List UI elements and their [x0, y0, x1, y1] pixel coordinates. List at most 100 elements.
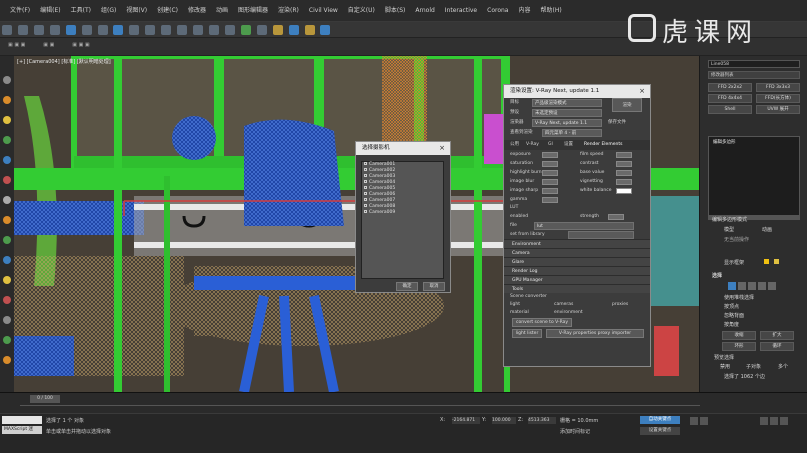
stack-item[interactable]: 编辑多边形 — [709, 137, 799, 147]
curve-editor-icon[interactable] — [256, 25, 267, 35]
film-speed-field[interactable] — [616, 152, 632, 158]
next-frame-icon[interactable] — [700, 417, 708, 425]
play-icon[interactable] — [690, 417, 698, 425]
exposure-field[interactable] — [542, 152, 558, 158]
rollout-camera[interactable]: Camera — [504, 248, 650, 257]
preview-subobj-radio[interactable]: 子对象 — [746, 363, 761, 370]
cameras-checkbox[interactable]: cameras — [554, 301, 573, 309]
lut-library-dropdown[interactable] — [568, 231, 634, 239]
ribbon-tab-freeform[interactable]: ▣ ▣ — [43, 42, 54, 48]
checkbox[interactable] — [364, 186, 367, 189]
tab-vray[interactable]: V-Ray — [526, 140, 539, 150]
menu-item[interactable]: 动画 — [216, 0, 228, 22]
material-checkbox[interactable]: material — [510, 309, 529, 317]
menu-item[interactable]: 自定义(U) — [348, 0, 375, 22]
tool-dot-icon[interactable] — [3, 76, 11, 84]
ok-button[interactable]: 确定 — [396, 282, 418, 291]
add-time-tag[interactable]: 添加时间标记 — [560, 428, 590, 435]
polygon-icon[interactable] — [758, 282, 766, 290]
mirror-icon[interactable] — [208, 25, 219, 35]
rollout-gpu-manager[interactable]: GPU Manager — [504, 275, 650, 284]
ffd-2-button[interactable]: FFD 2x2x2 — [708, 83, 752, 92]
use-stack-checkbox[interactable]: 使用堆栈选择 — [724, 294, 754, 301]
checkbox[interactable] — [364, 192, 367, 195]
render-icon[interactable] — [320, 25, 331, 35]
zoom-icon[interactable] — [760, 417, 768, 425]
lut-file-button[interactable]: lut — [534, 222, 634, 230]
edge-icon[interactable] — [738, 282, 746, 290]
shrink-button[interactable]: 收缩 — [722, 331, 756, 340]
checkbox[interactable] — [364, 168, 367, 171]
vignetting-field[interactable] — [616, 179, 632, 185]
proxy-importer-button[interactable]: V-Ray properties proxy importer — [546, 329, 644, 338]
checkbox[interactable] — [364, 180, 367, 183]
angle-snap-icon[interactable] — [177, 25, 188, 35]
menu-item[interactable]: 渲染(R) — [278, 0, 299, 22]
menu-item[interactable]: Arnold — [415, 0, 434, 22]
saturation-field[interactable] — [542, 161, 558, 167]
ignore-backface-checkbox[interactable]: 忽略背面 — [724, 312, 744, 319]
z-coord-field[interactable]: 4513.363 — [528, 417, 556, 424]
scale-icon[interactable] — [145, 25, 156, 35]
time-slider[interactable]: 0 / 100 — [30, 395, 60, 403]
tab-settings[interactable]: 设置 — [564, 140, 573, 150]
rollout-tools[interactable]: Tools — [504, 284, 650, 293]
renderer-dropdown[interactable]: V-Ray Next, update 1.1 — [532, 119, 602, 127]
tool-dot-icon[interactable] — [3, 96, 11, 104]
menu-item[interactable]: 图形编辑器 — [238, 0, 268, 22]
lut-enabled-checkbox[interactable]: enabled — [510, 212, 528, 221]
ribbon-tab-selection[interactable]: ▣ ▣ ▣ — [72, 42, 89, 48]
gamma-field[interactable] — [542, 197, 558, 203]
vertex-icon[interactable] — [728, 282, 736, 290]
auto-key-button[interactable]: 自动关键点 — [640, 416, 680, 424]
ffd-box-button[interactable]: FFD(长方体) — [756, 94, 800, 103]
image-blur-field[interactable] — [542, 179, 558, 185]
loop-button[interactable]: 循环 — [760, 342, 794, 351]
target-dropdown[interactable]: 产品级渲染模式 — [532, 99, 602, 107]
tool-dot-icon[interactable] — [3, 216, 11, 224]
mode-anim-radio[interactable]: 动画 — [762, 226, 772, 233]
redo-icon[interactable] — [17, 25, 28, 35]
checkbox[interactable] — [364, 210, 367, 213]
checkbox[interactable] — [364, 162, 367, 165]
proxies-checkbox[interactable]: proxies — [612, 301, 628, 309]
rect-selection-icon[interactable] — [97, 25, 108, 35]
mode-model-radio[interactable]: 模型 — [724, 226, 734, 233]
move-icon[interactable] — [113, 25, 124, 35]
unlink-icon[interactable] — [49, 25, 60, 35]
checkbox[interactable] — [364, 204, 367, 207]
grow-button[interactable]: 扩大 — [760, 331, 794, 340]
menu-item[interactable]: 脚本(S) — [385, 0, 406, 22]
modifier-list-dropdown[interactable]: 修改器列表 — [708, 71, 800, 79]
ring-button[interactable]: 环形 — [722, 342, 756, 351]
tool-dot-icon[interactable] — [3, 296, 11, 304]
by-vertex-checkbox[interactable]: 按顶点 — [724, 303, 739, 310]
maxscript-box[interactable] — [2, 416, 42, 424]
ribbon-tab-modeling[interactable]: ▣ ▣ ▣ — [8, 42, 25, 48]
tool-dot-icon[interactable] — [3, 136, 11, 144]
snap-icon[interactable] — [161, 25, 172, 35]
tool-dot-icon[interactable] — [3, 236, 11, 244]
checkbox[interactable] — [364, 198, 367, 201]
shell-button[interactable]: Shell — [708, 105, 752, 114]
render-setup-icon[interactable] — [288, 25, 299, 35]
environment-checkbox[interactable]: environment — [554, 309, 583, 317]
light-checkbox[interactable]: light — [510, 301, 520, 309]
menu-item[interactable]: 文件(F) — [10, 0, 30, 22]
base-value-field[interactable] — [616, 170, 632, 176]
uvw-unwrap-button[interactable]: UVW 展开 — [756, 105, 800, 114]
camera-list[interactable]: Camera001 Camera002 Camera003 Camera004 … — [361, 161, 444, 279]
lut-strength-field[interactable] — [608, 214, 624, 220]
material-editor-icon[interactable] — [272, 25, 283, 35]
menu-item[interactable]: 编辑(E) — [40, 0, 60, 22]
undo-icon[interactable] — [2, 25, 12, 35]
show-cage-checkbox[interactable]: 显示框架 — [724, 259, 744, 266]
menu-item[interactable]: 创建(C) — [157, 0, 178, 22]
maxscript-listener[interactable]: MAXScript 迷 — [2, 426, 42, 434]
align-icon[interactable] — [224, 25, 235, 35]
ffd-3-button[interactable]: FFD 3x3x3 — [756, 83, 800, 92]
render-button[interactable]: 渲染 — [612, 98, 642, 112]
cancel-button[interactable]: 取消 — [423, 282, 445, 291]
list-item[interactable]: Camera009 — [362, 210, 443, 216]
timeline[interactable]: 0 / 100 — [0, 392, 807, 413]
